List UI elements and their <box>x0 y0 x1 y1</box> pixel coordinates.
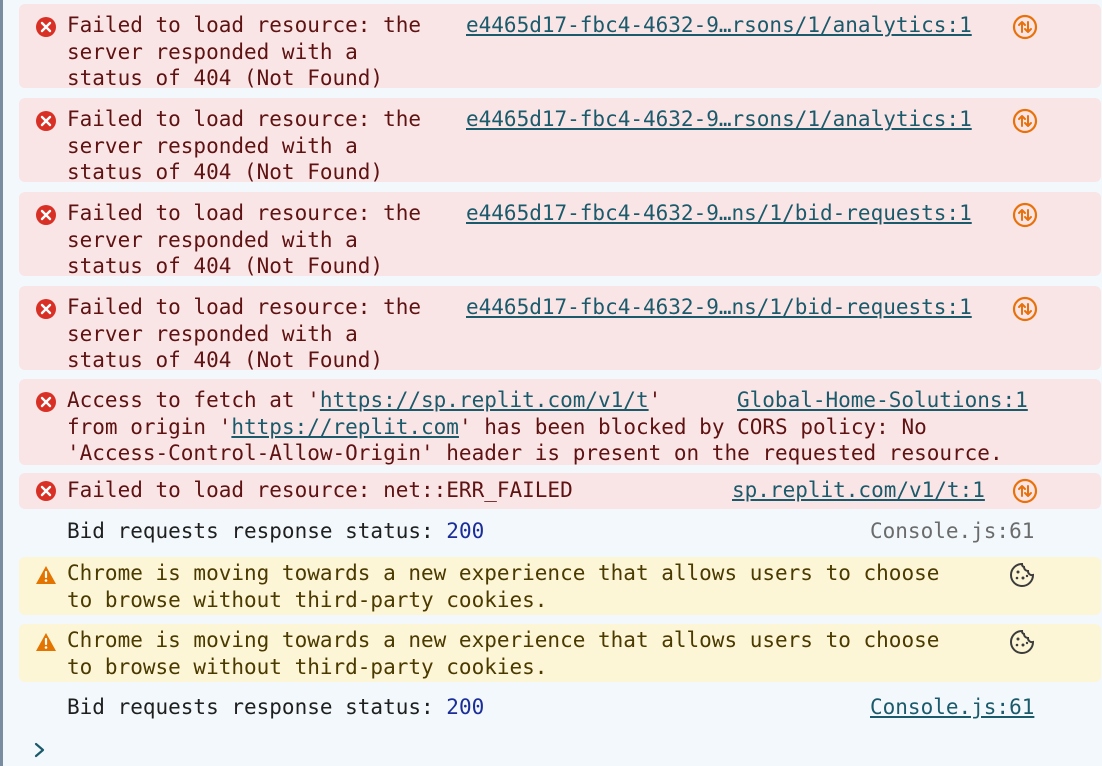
console-message-warning[interactable]: Chrome is moving towards a new experienc… <box>19 557 1101 615</box>
source-link[interactable]: Global-Home-Solutions:1 <box>737 387 1028 414</box>
error-circle-icon <box>36 17 56 37</box>
warning-triangle-icon <box>36 566 56 584</box>
cookie-icon[interactable] <box>1009 562 1035 588</box>
status-number: 200 <box>446 519 485 543</box>
console-message-cors-error[interactable]: Access to fetch at 'https://sp.replit.co… <box>19 379 1101 465</box>
fetch-url-link[interactable]: https://sp.replit.com/v1/t <box>320 388 649 412</box>
error-circle-icon <box>36 111 56 131</box>
console-message-error[interactable]: Failed to load resource: net::ERR_FAILED… <box>19 473 1101 509</box>
network-request-icon[interactable] <box>1012 108 1038 134</box>
error-circle-icon <box>36 205 56 225</box>
error-circle-icon <box>36 481 56 501</box>
console-message-log[interactable]: Bid requests response status: 200 Consol… <box>19 690 1101 726</box>
console-panel: Failed to load resource: the server resp… <box>0 0 1102 766</box>
console-message-warning[interactable]: Chrome is moving towards a new experienc… <box>19 624 1101 682</box>
console-message-error[interactable]: Failed to load resource: the server resp… <box>19 4 1101 90</box>
console-message-error[interactable]: Failed to load resource: the server resp… <box>19 192 1101 278</box>
console-message-error[interactable]: Failed to load resource: the server resp… <box>19 286 1101 372</box>
console-message-error[interactable]: Failed to load resource: the server resp… <box>19 98 1101 184</box>
message-text: Chrome is moving towards a new experienc… <box>67 628 940 679</box>
network-request-icon[interactable] <box>1012 296 1038 322</box>
warning-triangle-icon <box>36 633 56 651</box>
chevron-right-icon[interactable] <box>33 740 47 760</box>
network-request-icon[interactable] <box>1012 202 1038 228</box>
console-message-log[interactable]: Bid requests response status: 200 Consol… <box>19 514 1101 550</box>
status-number: 200 <box>446 695 485 719</box>
message-text: Chrome is moving towards a new experienc… <box>67 561 940 612</box>
network-request-icon[interactable] <box>1012 14 1038 40</box>
source-link[interactable]: e4465d17-fbc4-4632-9…ns/1/bid-requests:1 <box>466 200 972 227</box>
cookie-icon[interactable] <box>1009 629 1035 655</box>
error-circle-icon <box>36 392 56 412</box>
origin-url-link[interactable]: https://replit.com <box>231 415 459 439</box>
network-request-icon[interactable] <box>1012 478 1038 504</box>
source-link[interactable]: sp.replit.com/v1/t:1 <box>732 477 985 504</box>
source-link[interactable]: e4465d17-fbc4-4632-9…ns/1/bid-requests:1 <box>466 294 972 321</box>
source-link[interactable]: e4465d17-fbc4-4632-9…rsons/1/analytics:1 <box>466 12 972 39</box>
source-link[interactable]: e4465d17-fbc4-4632-9…rsons/1/analytics:1 <box>466 106 972 133</box>
source-link[interactable]: Console.js:61 <box>870 518 1034 545</box>
source-link[interactable]: Console.js:61 <box>870 694 1034 721</box>
error-circle-icon <box>36 299 56 319</box>
